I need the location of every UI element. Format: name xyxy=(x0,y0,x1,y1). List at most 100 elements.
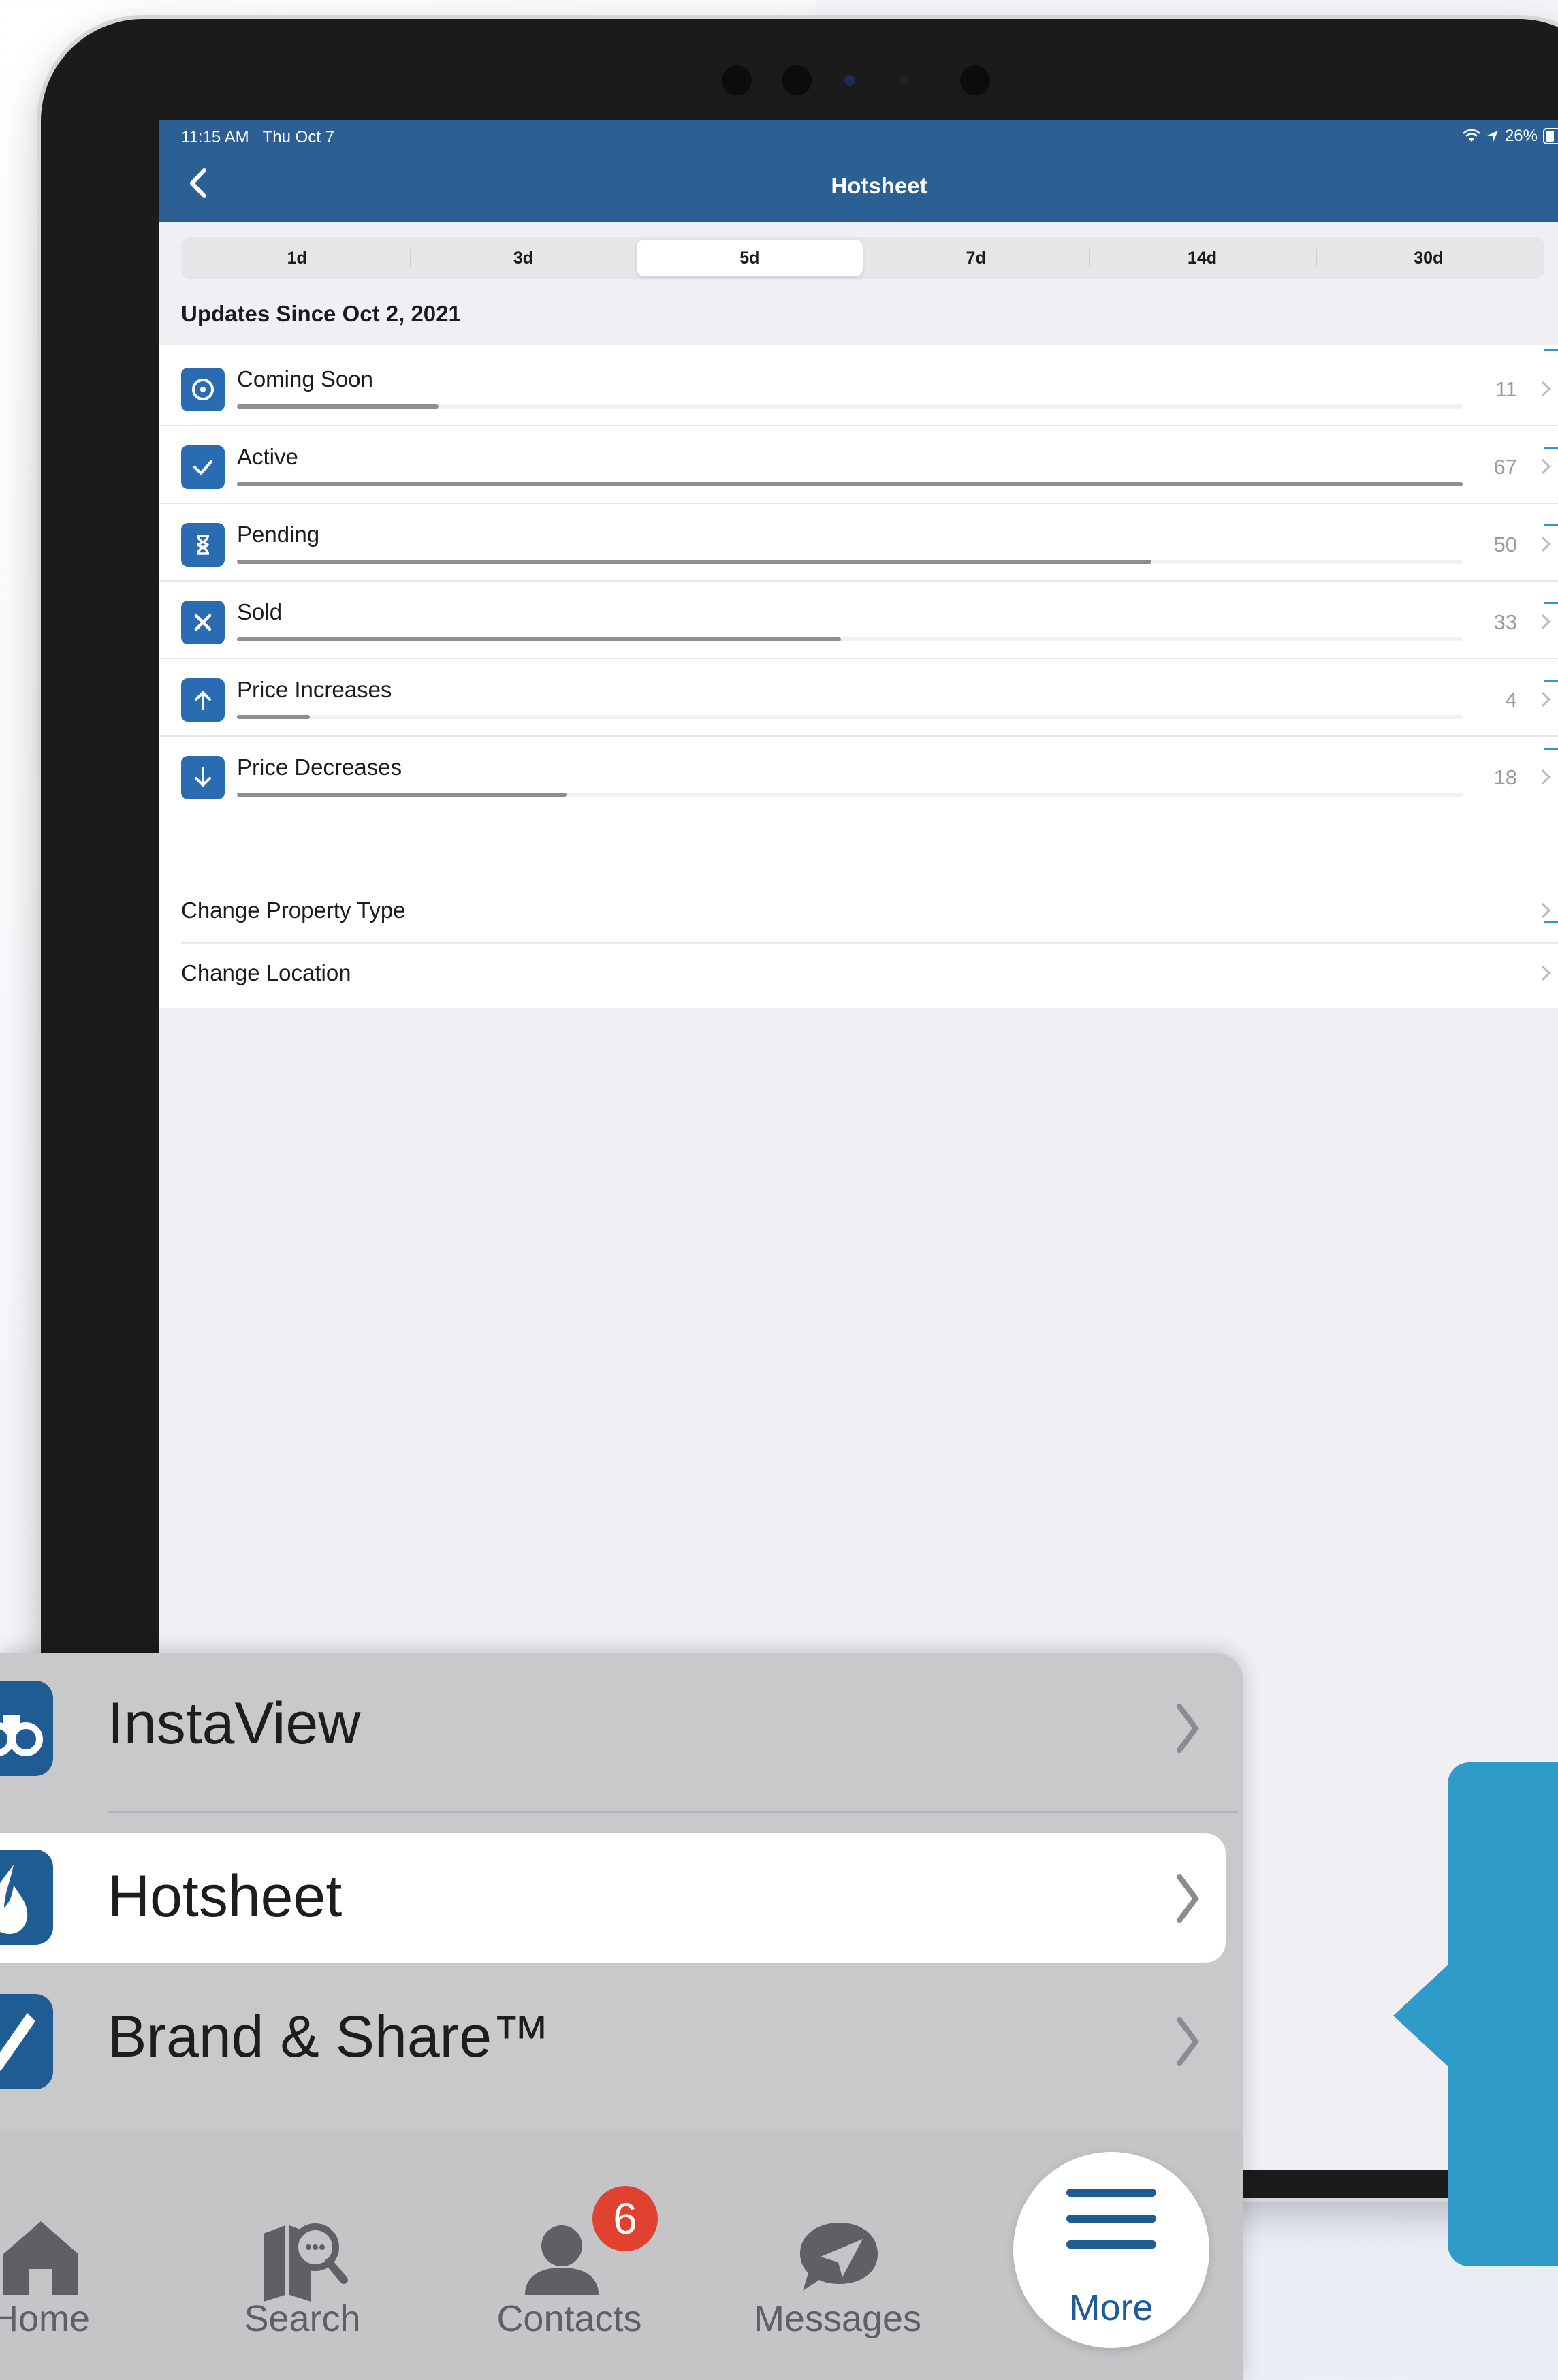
tab-home[interactable]: Home xyxy=(0,2130,163,2380)
chevron-right-icon xyxy=(1177,1704,1199,1753)
camera-bar xyxy=(722,60,1035,95)
status-time: 11:15 AM Thu Oct 7 xyxy=(181,128,334,147)
menu-label: InstaView xyxy=(108,1691,361,1756)
stat-label: Active xyxy=(237,444,298,469)
menu-divider xyxy=(108,1811,1238,1813)
stat-row-coming-soon[interactable]: Coming Soon 11 xyxy=(181,347,1558,425)
check-icon xyxy=(181,445,225,489)
stat-row-sold[interactable]: Sold 33 xyxy=(181,580,1558,658)
battery-icon xyxy=(1543,128,1558,144)
x-icon xyxy=(181,601,225,644)
stat-bar xyxy=(237,404,439,409)
stat-label: Coming Soon xyxy=(237,366,373,392)
stat-row-active[interactable]: Active 67 xyxy=(181,425,1558,503)
option-label: Change Property Type xyxy=(181,898,406,923)
tab-14d[interactable]: 14d xyxy=(1089,240,1315,276)
camera-lens xyxy=(722,65,752,95)
change-location-item[interactable]: Change Location xyxy=(181,944,1558,1005)
tick-mark xyxy=(1544,447,1558,449)
options-list: Change Property Type Change Location xyxy=(159,881,1558,1008)
tab-label: Search xyxy=(244,2298,361,2339)
stat-bar xyxy=(237,637,841,641)
camera-sensor xyxy=(844,75,855,86)
arrow-up-icon xyxy=(181,678,225,722)
side-ticks xyxy=(1544,340,1558,953)
stat-bar xyxy=(237,793,567,797)
tab-label: Contacts xyxy=(496,2298,642,2339)
search-map-icon xyxy=(264,2223,348,2302)
stat-bar xyxy=(237,715,311,719)
stat-bar xyxy=(237,560,1152,564)
stat-track xyxy=(237,793,1463,797)
tick-mark xyxy=(1544,748,1558,750)
menu-label: Hotsheet xyxy=(108,1864,343,1929)
menu-item-instaview[interactable]: InstaView xyxy=(0,1653,1226,1790)
tick-mark xyxy=(1544,524,1558,526)
date-text: Thu Oct 7 xyxy=(262,128,335,146)
option-label: Change Location xyxy=(181,960,351,985)
tab-label: Home xyxy=(0,2298,91,2339)
stat-track xyxy=(237,560,1463,564)
tab-messages[interactable]: Messages xyxy=(715,2130,960,2380)
stats-list: Coming Soon 11 Active 67 Pending 50 Sold… xyxy=(159,345,1558,917)
stat-row-pending[interactable]: Pending 50 xyxy=(181,503,1558,580)
stat-count: 18 xyxy=(1493,765,1517,789)
tick-mark xyxy=(1544,921,1558,923)
stat-label: Price Decreases xyxy=(237,755,402,780)
stat-bar xyxy=(237,482,1463,486)
tab-contacts[interactable]: 6 Contacts xyxy=(447,2130,692,2380)
status-indicators: 26% xyxy=(1463,127,1558,146)
change-property-type-item[interactable]: Change Property Type xyxy=(181,881,1558,942)
tab-label: Messages xyxy=(753,2298,922,2339)
tab-5d[interactable]: 5d xyxy=(636,240,863,276)
tab-1d[interactable]: 1d xyxy=(184,240,410,276)
flame-icon xyxy=(0,1850,53,1945)
stat-row-price-decreases[interactable]: Price Decreases 18 xyxy=(181,735,1558,813)
camera-lens xyxy=(782,65,812,95)
chevron-right-icon xyxy=(1177,1874,1199,1923)
stat-row-price-increases[interactable]: Price Increases 4 xyxy=(181,658,1558,735)
chevron-right-icon xyxy=(1541,965,1551,981)
stat-label: Sold xyxy=(237,599,283,624)
clock-icon xyxy=(181,368,225,411)
menu-label: Brand & Share™ xyxy=(108,2004,551,2069)
stat-track xyxy=(237,637,1463,641)
tick-mark xyxy=(1544,349,1558,351)
page-title: Hotsheet xyxy=(831,173,927,198)
stat-count: 11 xyxy=(1495,377,1517,401)
location-arrow-icon xyxy=(1487,131,1498,142)
binoculars-icon xyxy=(0,1681,53,1776)
tab-3d[interactable]: 3d xyxy=(410,240,636,276)
time-text: 11:15 AM xyxy=(181,128,249,146)
tab-search[interactable]: Search xyxy=(180,2130,425,2380)
tick-mark xyxy=(1544,680,1558,682)
stat-label: Price Increases xyxy=(237,677,392,702)
chevron-right-icon xyxy=(1177,2017,1199,2066)
tab-label: More xyxy=(1069,2287,1154,2328)
stat-label: Pending xyxy=(237,522,320,547)
callout-pointer xyxy=(1393,1963,1450,2069)
stat-track xyxy=(237,715,1463,719)
stat-track xyxy=(237,482,1463,486)
range-segmented-control: 1d 3d 5d 7d 14d 30d xyxy=(181,237,1544,279)
tick-mark xyxy=(1544,602,1558,604)
tab-7d[interactable]: 7d xyxy=(863,240,1089,276)
stat-count: 67 xyxy=(1493,455,1517,479)
camera-dot xyxy=(900,76,908,84)
app-header: 11:15 AM Thu Oct 7 26% Hotsheet xyxy=(159,120,1558,222)
tab-30d[interactable]: 30d xyxy=(1315,240,1542,276)
arrow-down-icon xyxy=(181,756,225,799)
stat-count: 50 xyxy=(1493,533,1517,556)
camera-lens xyxy=(960,65,990,95)
contacts-badge: 6 xyxy=(592,2186,658,2251)
menu-item-hotsheet[interactable]: Hotsheet xyxy=(0,1833,1226,1963)
callout-panel xyxy=(1448,1762,1558,2266)
stat-track xyxy=(237,404,1463,409)
menu-item-brand-share[interactable]: Brand & Share™ xyxy=(0,1967,1226,2103)
wifi-icon xyxy=(1463,129,1480,142)
hourglass-icon xyxy=(181,523,225,567)
home-icon xyxy=(3,2221,78,2295)
updates-title: Updates Since Oct 2, 2021 xyxy=(181,301,461,326)
tab-more[interactable]: More xyxy=(1013,2152,1209,2348)
messages-icon xyxy=(800,2223,878,2291)
